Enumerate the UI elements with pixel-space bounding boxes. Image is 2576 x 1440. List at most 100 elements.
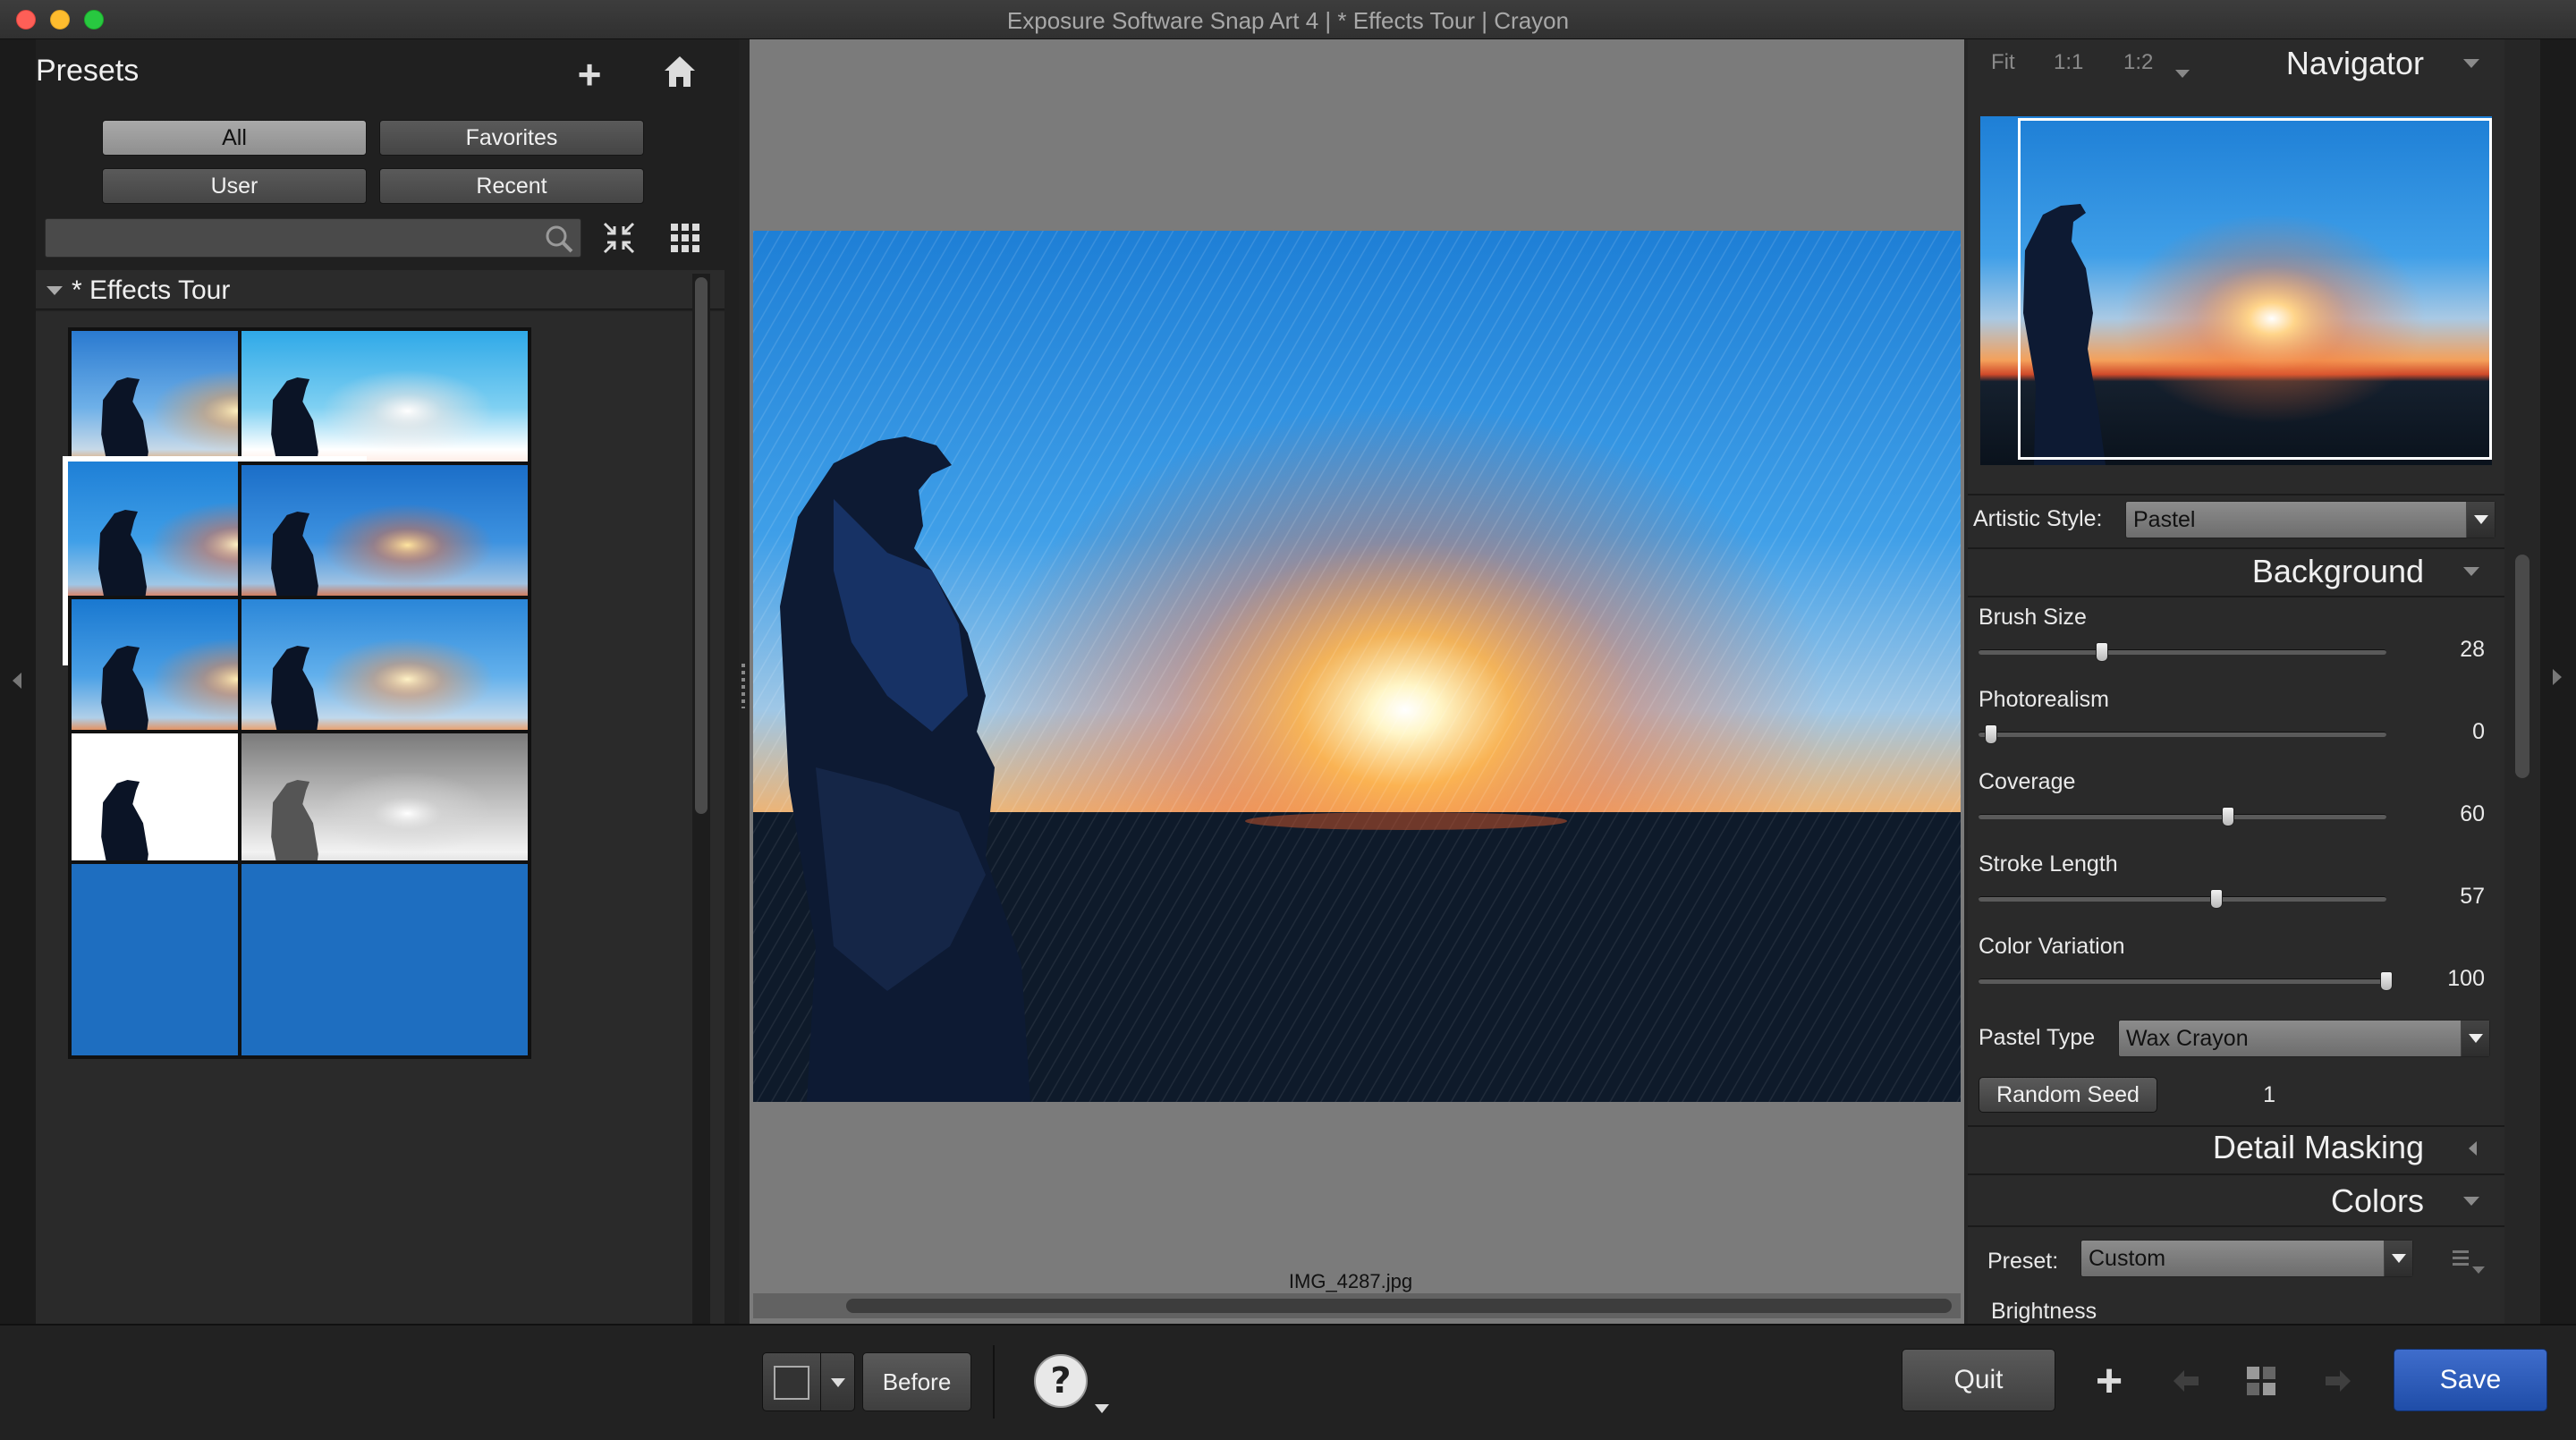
slider-track[interactable] — [1979, 814, 2386, 819]
slider-knob[interactable] — [2095, 642, 2108, 662]
colors-section-title[interactable]: Colors — [2147, 1182, 2424, 1220]
navigator-collapse-icon[interactable] — [2463, 59, 2479, 68]
view-mode-button[interactable] — [762, 1352, 855, 1411]
resize-grip[interactable] — [741, 664, 745, 708]
artistic-style-value: Pastel — [2133, 507, 2196, 532]
colors-preset-dropdown[interactable]: Custom — [2080, 1240, 2413, 1277]
view-mode-dropdown-caret-icon — [831, 1378, 845, 1387]
divider — [1968, 1125, 2504, 1127]
slider-value: 57 — [2460, 884, 2485, 909]
divider — [1968, 1225, 2504, 1227]
collapse-left-arrow-icon — [13, 673, 21, 689]
grid-view-icon[interactable] — [667, 220, 703, 256]
slider-track[interactable] — [1979, 896, 2386, 902]
scrollbar-thumb[interactable] — [846, 1299, 1952, 1313]
tab-all[interactable]: All — [102, 120, 367, 156]
random-seed-value: 1 — [2263, 1082, 2275, 1107]
pastel-type-dropdown[interactable]: Wax Crayon — [2118, 1020, 2490, 1057]
preset-search-input[interactable] — [45, 218, 581, 258]
dropdown-arrow-icon — [2384, 1241, 2412, 1276]
pastel-type-value: Wax Crayon — [2126, 1026, 2249, 1051]
zoom-1-1-button[interactable]: 1:1 — [2054, 50, 2083, 75]
preview-image[interactable] — [753, 231, 1961, 1102]
zoom-1-2-button[interactable]: 1:2 — [2123, 50, 2153, 75]
redo-arrow-icon[interactable] — [2322, 1365, 2354, 1397]
preset-group-header[interactable]: * Effects Tour — [36, 270, 724, 309]
divider — [820, 1353, 821, 1410]
add-preset-plus-icon[interactable]: + — [569, 54, 610, 95]
slider-label: Stroke Length — [1979, 851, 2118, 877]
slider-track[interactable] — [1979, 978, 2386, 984]
preset-group-label: * Effects Tour — [72, 275, 231, 305]
preset-thumbnail[interactable] — [238, 860, 531, 1059]
navigator-viewport-rect[interactable] — [2018, 118, 2492, 460]
before-button[interactable]: Before — [862, 1352, 971, 1411]
slider-value: 100 — [2447, 966, 2485, 991]
search-icon[interactable] — [544, 224, 574, 254]
tab-user[interactable]: User — [102, 168, 367, 204]
brightness-label: Brightness — [1991, 1299, 2097, 1324]
dropdown-arrow-icon — [2461, 1021, 2489, 1056]
colors-collapse-icon[interactable] — [2463, 1197, 2479, 1206]
pastel-type-label: Pastel Type — [1979, 1025, 2096, 1050]
tab-recent[interactable]: Recent — [379, 168, 644, 204]
dropdown-arrow-icon — [2466, 502, 2495, 538]
navigator-title[interactable]: Navigator — [2236, 45, 2424, 82]
slider-knob[interactable] — [2222, 807, 2235, 826]
slider-track[interactable] — [1979, 649, 2386, 655]
colors-preset-value: Custom — [2089, 1246, 2166, 1271]
right-panel-collapse-strip[interactable] — [2540, 39, 2576, 1324]
divider — [1968, 547, 2504, 549]
slider-label: Color Variation — [1979, 934, 2125, 959]
undo-arrow-icon[interactable] — [2170, 1365, 2202, 1397]
background-section-title[interactable]: Background — [2147, 553, 2424, 590]
slider-knob[interactable] — [2209, 889, 2223, 909]
image-filename: IMG_4287.jpg — [1288, 1270, 1413, 1292]
random-seed-button[interactable]: Random Seed — [1979, 1077, 2157, 1113]
title-bar: Exposure Software Snap Art 4 | * Effects… — [0, 0, 2576, 39]
canvas-horizontal-scrollbar[interactable] — [753, 1293, 1961, 1318]
colors-preset-label: Preset: — [1987, 1249, 2059, 1274]
slider-knob[interactable] — [1985, 724, 1997, 744]
divider — [1968, 494, 2504, 496]
preset-thumbnail-grid: Color PencilComicsCrayonImpastoOil Paint… — [36, 311, 724, 1324]
zoom-dropdown-caret-icon[interactable] — [2175, 70, 2190, 78]
presets-scrollbar[interactable] — [692, 274, 710, 1324]
divider — [1968, 596, 2504, 597]
presets-title: Presets — [36, 54, 140, 88]
collapse-all-icon[interactable] — [601, 220, 637, 256]
artistic-style-dropdown[interactable]: Pastel — [2125, 501, 2496, 538]
collapse-right-arrow-icon — [2553, 669, 2562, 685]
svg-text:?: ? — [1050, 1360, 1071, 1402]
quit-button[interactable]: Quit — [1902, 1349, 2055, 1411]
layers-grid-icon[interactable] — [2245, 1365, 2277, 1397]
detail-masking-expand-icon[interactable] — [2469, 1141, 2477, 1156]
artistic-style-label: Artistic Style: — [1973, 506, 2103, 531]
settings-scrollbar-thumb[interactable] — [2515, 555, 2529, 778]
detail-masking-section-title[interactable]: Detail Masking — [2147, 1129, 2424, 1166]
slider-label: Coverage — [1979, 769, 2076, 794]
background-collapse-icon[interactable] — [2463, 567, 2479, 576]
scrollbar-thumb[interactable] — [695, 277, 708, 814]
preset-menu-icon[interactable] — [2451, 1249, 2487, 1275]
home-icon[interactable] — [660, 52, 699, 91]
disclosure-triangle-icon — [47, 286, 63, 295]
slider-track[interactable] — [1979, 732, 2386, 737]
divider — [1968, 1173, 2504, 1175]
slider-value: 0 — [2472, 719, 2485, 744]
slider-value: 60 — [2460, 801, 2485, 826]
window-title: Exposure Software Snap Art 4 | * Effects… — [1006, 7, 1570, 34]
save-button[interactable]: Save — [2394, 1349, 2547, 1411]
help-icon[interactable]: ? — [1032, 1352, 1089, 1410]
help-dropdown-caret-icon[interactable] — [1095, 1404, 1109, 1413]
divider — [993, 1345, 995, 1419]
single-view-icon — [774, 1366, 809, 1400]
slider-label: Brush Size — [1979, 605, 2087, 630]
left-panel-collapse-strip[interactable] — [0, 39, 36, 1324]
slider-knob[interactable] — [2380, 971, 2393, 991]
zoom-fit-button[interactable]: Fit — [1991, 50, 2015, 75]
slider-value: 28 — [2460, 637, 2485, 662]
tab-favorites[interactable]: Favorites — [379, 120, 644, 156]
slider-label: Photorealism — [1979, 687, 2109, 712]
add-layer-plus-icon[interactable]: + — [2089, 1355, 2129, 1407]
